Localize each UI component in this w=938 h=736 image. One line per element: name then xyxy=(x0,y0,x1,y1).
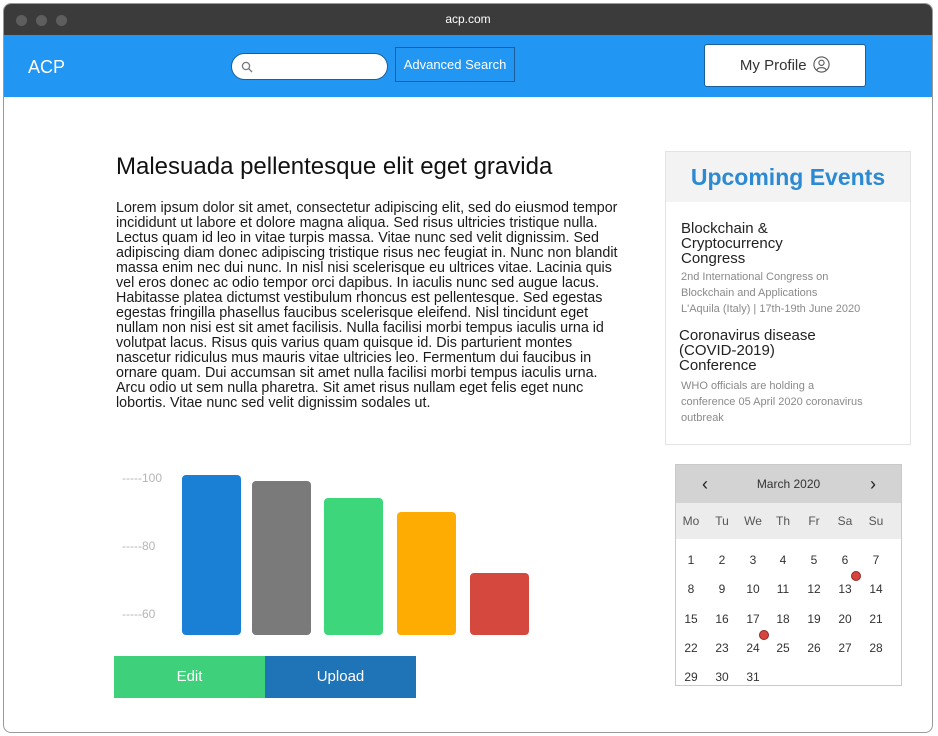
article-body: Lorem ipsum dolor sit amet, consectetur … xyxy=(116,200,618,411)
y-axis-tick-label: -----60 xyxy=(122,607,156,621)
calendar-weekday-row: Mo Tu We Th Fr Sa Su xyxy=(676,503,901,539)
calendar-day[interactable]: 5 xyxy=(799,552,829,568)
edit-button[interactable]: Edit xyxy=(114,656,265,698)
user-icon xyxy=(813,55,830,73)
calendar-day[interactable]: 30 xyxy=(707,669,737,685)
calendar-day[interactable]: 22 xyxy=(676,640,706,656)
calendar-day[interactable]: 11 xyxy=(768,581,798,597)
my-profile-button[interactable]: My Profile xyxy=(704,44,866,87)
event-title-covid[interactable]: Coronavirus disease (COVID-2019) Confere… xyxy=(679,328,816,373)
calendar-day[interactable]: 7 xyxy=(861,552,891,568)
calendar-day[interactable]: 14 xyxy=(861,581,891,597)
events-heading: Upcoming Events xyxy=(690,164,886,190)
advanced-search-button[interactable]: Advanced Search xyxy=(395,47,515,82)
event-title-blockchain[interactable]: Blockchain & Cryptocurrency Congress xyxy=(681,221,783,266)
calendar-day[interactable]: 24 xyxy=(738,640,768,656)
calendar-day[interactable]: 27 xyxy=(830,640,860,656)
weekday-label: Th xyxy=(775,514,790,528)
address-url: acp.com xyxy=(445,12,491,26)
calendar-day[interactable]: 8 xyxy=(676,581,706,597)
event-description-covid: WHO officials are holding a conference 0… xyxy=(681,380,863,424)
weekday-label: Sa xyxy=(837,514,853,528)
chevron-left-icon[interactable]: ‹ xyxy=(690,465,720,503)
chart-bar xyxy=(470,573,529,635)
event-marker-dot xyxy=(759,630,769,640)
event-marker-dot xyxy=(851,571,861,581)
upload-button[interactable]: Upload xyxy=(265,656,416,698)
calendar-day[interactable]: 4 xyxy=(768,552,798,568)
calendar-day[interactable]: 12 xyxy=(799,581,829,597)
weekday-label: We xyxy=(744,514,762,528)
calendar-day[interactable]: 17 xyxy=(738,611,768,627)
calendar-day[interactable]: 19 xyxy=(799,611,829,627)
calendar-day[interactable]: 26 xyxy=(799,640,829,656)
chart-bar xyxy=(182,474,241,635)
browser-window: acp.com ACP Advanced Search My Profile M… xyxy=(3,3,933,733)
calendar-day[interactable]: 31 xyxy=(738,669,768,685)
weekday-label: Su xyxy=(868,514,884,528)
chart-bar xyxy=(324,498,383,635)
calendar-day[interactable]: 28 xyxy=(861,640,891,656)
calendar-day[interactable]: 10 xyxy=(738,581,768,597)
calendar-day[interactable]: 20 xyxy=(830,611,860,627)
title-bar: acp.com xyxy=(4,4,932,35)
article-title: Malesuada pellentesque elit eget gravida xyxy=(116,153,553,180)
calendar-widget: March 2020 ‹ › Mo Tu We Th Fr Sa Su 1234567891… xyxy=(675,464,902,686)
calendar-day[interactable]: 1 xyxy=(676,552,706,568)
weekday-label: Fr xyxy=(808,514,820,528)
events-header: Upcoming Events xyxy=(666,152,910,202)
calendar-day[interactable]: 18 xyxy=(768,611,798,627)
top-navbar: ACP Advanced Search My Profile xyxy=(4,35,932,97)
calendar-header: March 2020 ‹ › xyxy=(676,465,901,503)
chevron-right-icon[interactable]: › xyxy=(858,465,888,503)
calendar-day[interactable]: 23 xyxy=(707,640,737,656)
calendar-day[interactable]: 3 xyxy=(738,552,768,568)
weekday-label: Tu xyxy=(715,514,729,528)
search-box[interactable] xyxy=(231,53,388,80)
calendar-day[interactable]: 6 xyxy=(830,552,860,568)
calendar-day[interactable]: 2 xyxy=(707,552,737,568)
search-input[interactable] xyxy=(258,58,378,76)
calendar-day[interactable]: 16 xyxy=(707,611,737,627)
upcoming-events-panel: Upcoming Events Blockchain & Cryptocurre… xyxy=(665,151,911,445)
y-axis-tick-label: -----80 xyxy=(122,539,156,553)
calendar-day[interactable]: 29 xyxy=(676,669,706,685)
chart-bar xyxy=(252,481,311,635)
calendar-day[interactable]: 25 xyxy=(768,640,798,656)
search-icon xyxy=(241,61,253,73)
my-profile-label: My Profile xyxy=(739,57,807,74)
y-axis-tick-label: -----100 xyxy=(122,471,163,485)
brand-logo[interactable]: ACP xyxy=(28,57,65,78)
chart-bar xyxy=(397,512,456,635)
calendar-day[interactable]: 15 xyxy=(676,611,706,627)
calendar-day[interactable]: 21 xyxy=(861,611,891,627)
weekday-label: Mo xyxy=(682,514,700,528)
calendar-day[interactable]: 9 xyxy=(707,581,737,597)
calendar-day[interactable]: 13 xyxy=(830,581,860,597)
event-description-blockchain: 2nd International Congress on Blockchain… xyxy=(681,271,861,315)
